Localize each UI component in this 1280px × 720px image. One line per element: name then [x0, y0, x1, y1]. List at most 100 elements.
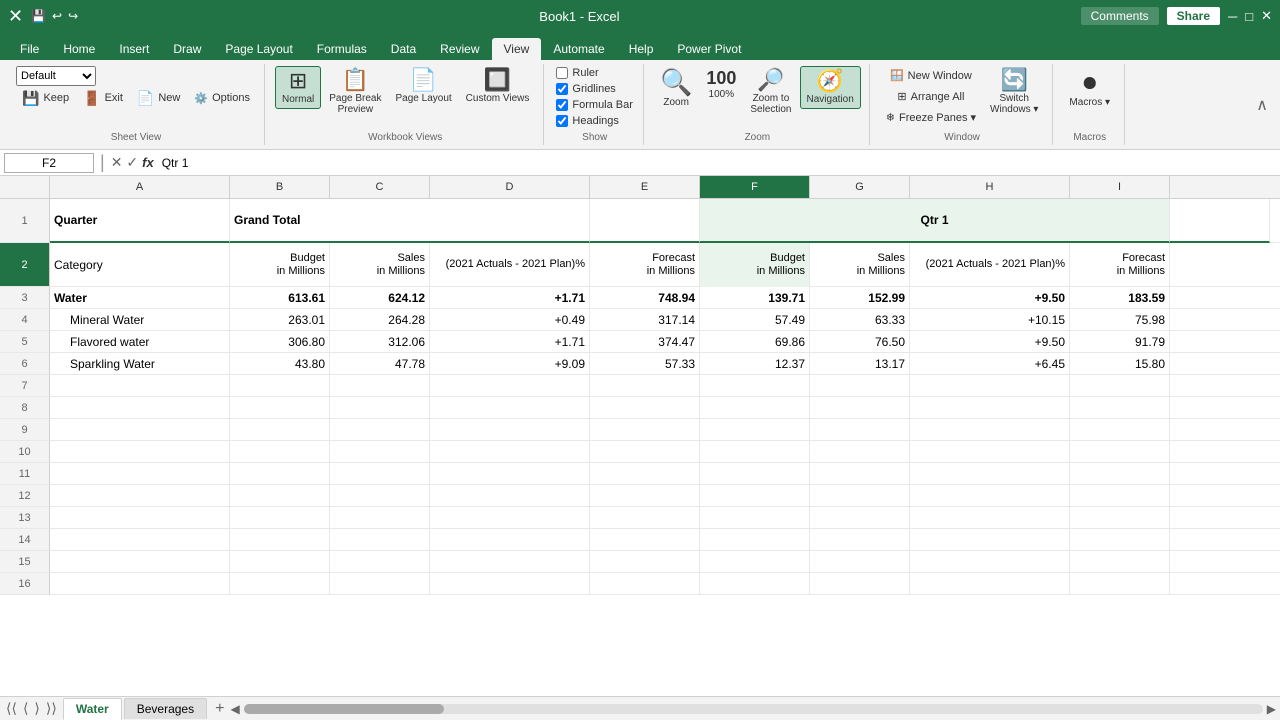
tab-data[interactable]: Data: [379, 38, 428, 60]
exit-button[interactable]: 🚪 Exit: [77, 88, 129, 108]
sheet-view-dropdown[interactable]: Default: [16, 66, 96, 86]
horizontal-scrollbar[interactable]: [244, 704, 1263, 714]
zoom-button[interactable]: 🔍 Zoom: [654, 66, 698, 111]
col-header-e[interactable]: E: [590, 176, 700, 198]
col-header-h[interactable]: H: [910, 176, 1070, 198]
cell-h2[interactable]: (2021 Actuals - 2021 Plan)%: [910, 243, 1070, 287]
row-num-16[interactable]: 16: [0, 573, 50, 595]
cell-e3[interactable]: 748.94: [590, 287, 700, 308]
row-num-12[interactable]: 12: [0, 485, 50, 507]
row-num-7[interactable]: 7: [0, 375, 50, 397]
cell-c5[interactable]: 312.06: [330, 331, 430, 352]
tab-next-button[interactable]: ⟩: [32, 700, 41, 717]
col-header-g[interactable]: G: [810, 176, 910, 198]
row-num-4[interactable]: 4: [0, 309, 50, 331]
keep-button[interactable]: 💾 Keep: [16, 88, 75, 108]
scroll-left-button[interactable]: ◀: [230, 702, 239, 716]
new-sheet-view-button[interactable]: 📄 New: [131, 88, 186, 108]
cell-f2[interactable]: Budget in Millions: [700, 243, 810, 287]
zoom-100-button[interactable]: 100 100%: [700, 66, 742, 103]
switch-windows-button[interactable]: 🔄 Switch Windows ▾: [984, 66, 1044, 118]
cell-i4[interactable]: 75.98: [1070, 309, 1170, 330]
col-header-b[interactable]: B: [230, 176, 330, 198]
tab-prev-button[interactable]: ⟨: [21, 700, 30, 717]
cell-i3[interactable]: 183.59: [1070, 287, 1170, 308]
maximize-button[interactable]: □: [1245, 9, 1253, 24]
cell-i5[interactable]: 91.79: [1070, 331, 1170, 352]
gridlines-checkbox[interactable]: Gridlines: [554, 82, 617, 96]
cell-a1[interactable]: Quarter: [50, 199, 230, 243]
tab-page-layout[interactable]: Page Layout: [213, 38, 304, 60]
arrange-all-button[interactable]: ⊞ Arrange All: [880, 87, 982, 106]
cell-a5[interactable]: Flavored water: [50, 331, 230, 352]
tab-view[interactable]: View: [492, 38, 542, 60]
macros-button[interactable]: ⏺ Macros ▾: [1063, 66, 1116, 111]
cell-d1[interactable]: [590, 199, 700, 243]
row-num-5[interactable]: 5: [0, 331, 50, 353]
cell-i2[interactable]: Forecast in Millions: [1070, 243, 1170, 287]
col-header-c[interactable]: C: [330, 176, 430, 198]
cell-e6[interactable]: 57.33: [590, 353, 700, 374]
navigation-button[interactable]: 🧭 Navigation: [800, 66, 861, 109]
cell-c3[interactable]: 624.12: [330, 287, 430, 308]
close-button[interactable]: ✕: [1261, 8, 1272, 24]
tab-insert[interactable]: Insert: [107, 38, 161, 60]
cell-b3[interactable]: 613.61: [230, 287, 330, 308]
cell-g2[interactable]: Sales in Millions: [810, 243, 910, 287]
cell-f1[interactable]: Qtr 1: [700, 199, 1170, 243]
custom-views-button[interactable]: 🔲 Custom Views: [460, 66, 536, 107]
cell-e5[interactable]: 374.47: [590, 331, 700, 352]
cell-d3[interactable]: +1.71: [430, 287, 590, 308]
confirm-button[interactable]: ✓: [126, 154, 138, 171]
row-num-11[interactable]: 11: [0, 463, 50, 485]
zoom-selection-button[interactable]: 🔎 Zoom to Selection: [744, 66, 797, 118]
tab-draw[interactable]: Draw: [161, 38, 213, 60]
col-header-f[interactable]: F: [700, 176, 810, 198]
cell-a4[interactable]: Mineral Water: [50, 309, 230, 330]
sheet-tab-water[interactable]: Water: [63, 698, 122, 720]
cell-g6[interactable]: 13.17: [810, 353, 910, 374]
cell-h4[interactable]: +10.15: [910, 309, 1070, 330]
cell-b1[interactable]: Grand Total: [230, 199, 590, 243]
cell-e2[interactable]: Forecast in Millions: [590, 243, 700, 287]
cell-d4[interactable]: +0.49: [430, 309, 590, 330]
formula-bar-checkbox[interactable]: Formula Bar: [554, 98, 635, 112]
normal-view-button[interactable]: ⊞ Normal: [275, 66, 321, 109]
name-box[interactable]: F2: [4, 153, 94, 173]
add-sheet-button[interactable]: +: [209, 698, 230, 720]
cell-h6[interactable]: +6.45: [910, 353, 1070, 374]
cell-e4[interactable]: 317.14: [590, 309, 700, 330]
tab-last-button[interactable]: ⟩⟩: [44, 700, 59, 717]
cell-b6[interactable]: 43.80: [230, 353, 330, 374]
row-num-10[interactable]: 10: [0, 441, 50, 463]
cell-a6[interactable]: Sparkling Water: [50, 353, 230, 374]
tab-power-pivot[interactable]: Power Pivot: [665, 38, 753, 60]
row-num-6[interactable]: 6: [0, 353, 50, 375]
row-num-9[interactable]: 9: [0, 419, 50, 441]
cell-d2[interactable]: (2021 Actuals - 2021 Plan)%: [430, 243, 590, 287]
page-layout-button[interactable]: 📄 Page Layout: [390, 66, 458, 107]
col-header-i[interactable]: I: [1070, 176, 1170, 198]
ruler-checkbox[interactable]: Ruler: [554, 66, 600, 80]
cell-i1[interactable]: [1170, 199, 1270, 243]
cancel-button[interactable]: ✕: [111, 154, 123, 171]
row-num-1[interactable]: 1: [0, 199, 50, 243]
col-header-a[interactable]: A: [50, 176, 230, 198]
row-num-15[interactable]: 15: [0, 551, 50, 573]
cell-c2[interactable]: Sales in Millions: [330, 243, 430, 287]
cell-a3[interactable]: Water: [50, 287, 230, 308]
headings-checkbox[interactable]: Headings: [554, 114, 620, 128]
cell-d6[interactable]: +9.09: [430, 353, 590, 374]
share-button[interactable]: Share: [1167, 7, 1220, 25]
cell-f6[interactable]: 12.37: [700, 353, 810, 374]
tab-formulas[interactable]: Formulas: [305, 38, 379, 60]
cell-f3[interactable]: 139.71: [700, 287, 810, 308]
row-num-14[interactable]: 14: [0, 529, 50, 551]
cell-a2[interactable]: Category: [50, 243, 230, 287]
row-num-8[interactable]: 8: [0, 397, 50, 419]
comments-button[interactable]: Comments: [1081, 7, 1159, 25]
row-num-2[interactable]: 2: [0, 243, 50, 287]
cell-f4[interactable]: 57.49: [700, 309, 810, 330]
cell-h3[interactable]: +9.50: [910, 287, 1070, 308]
cell-b5[interactable]: 306.80: [230, 331, 330, 352]
